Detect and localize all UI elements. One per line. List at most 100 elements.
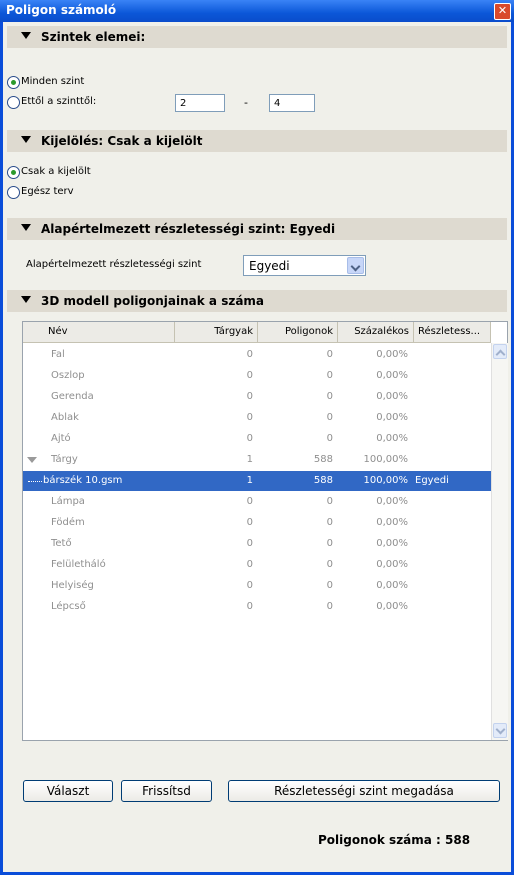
table-row[interactable]: Gerenda 0 0 0,00% bbox=[23, 387, 491, 407]
cell-objects: 0 bbox=[246, 559, 253, 570]
cell-percent: 0,00% bbox=[376, 433, 408, 444]
cell-percent: 0,00% bbox=[376, 349, 408, 360]
table-row[interactable]: Tárgy 1 588 100,00% bbox=[23, 450, 491, 470]
polygon-counter-window: Poligon számoló ✕ Szintek elemei: Minden… bbox=[0, 0, 514, 875]
cell-name: Oszlop bbox=[51, 370, 85, 381]
section-detail-header[interactable]: Alapértelmezett részletességi szint: Egy… bbox=[7, 218, 507, 240]
range-dash: - bbox=[244, 96, 248, 109]
cell-objects: 0 bbox=[246, 391, 253, 402]
to-level-input[interactable]: 4 bbox=[269, 94, 315, 112]
cell-name: Fal bbox=[51, 349, 65, 360]
cell-name: Lámpa bbox=[51, 496, 85, 507]
cell-polygons: 0 bbox=[326, 517, 333, 528]
cell-percent: 0,00% bbox=[376, 580, 408, 591]
section-polygons-title: 3D modell poligonjainak a száma bbox=[41, 294, 265, 308]
close-icon[interactable]: ✕ bbox=[494, 3, 511, 20]
cell-polygons: 0 bbox=[326, 433, 333, 444]
window-title: Poligon számoló bbox=[6, 3, 117, 17]
cell-polygons: 0 bbox=[326, 559, 333, 570]
cell-objects: 0 bbox=[246, 538, 253, 549]
section-levels-header[interactable]: Szintek elemei: bbox=[7, 26, 507, 48]
cell-name: Gerenda bbox=[51, 391, 94, 402]
cell-polygons: 588 bbox=[313, 475, 333, 486]
polygon-total: Poligonok száma : 588 bbox=[318, 833, 471, 847]
dialog-body: Szintek elemei: Minden szint Ettől a szi… bbox=[3, 22, 511, 872]
cell-objects: 1 bbox=[246, 454, 253, 465]
cell-name: Felületháló bbox=[51, 559, 106, 570]
table-row[interactable]: Tető 0 0 0,00% bbox=[23, 534, 491, 554]
section-levels-title: Szintek elemei: bbox=[41, 30, 146, 44]
detail-level-select[interactable]: Egyedi bbox=[243, 255, 366, 276]
collapse-triangle-icon[interactable] bbox=[21, 32, 31, 39]
table-row[interactable]: Felületháló 0 0 0,00% bbox=[23, 555, 491, 575]
tree-connector-icon bbox=[28, 481, 42, 482]
detail-level-label: Alapértelmezett részletességi szint bbox=[26, 259, 202, 270]
radio-all-levels-label: Minden szint bbox=[21, 76, 85, 87]
cell-percent: 0,00% bbox=[376, 412, 408, 423]
cell-percent: 0,00% bbox=[376, 391, 408, 402]
scroll-down-icon[interactable] bbox=[493, 723, 507, 738]
refresh-button[interactable]: Frissítsd bbox=[121, 780, 212, 802]
title-bar[interactable]: Poligon számoló ✕ bbox=[0, 0, 514, 22]
collapse-triangle-icon[interactable] bbox=[21, 224, 31, 231]
table-row[interactable]: Födém 0 0 0,00% bbox=[23, 513, 491, 533]
radio-button-selected[interactable] bbox=[7, 76, 20, 89]
radio-whole-plan-label: Egész terv bbox=[21, 186, 74, 197]
cell-objects: 1 bbox=[246, 475, 253, 486]
cell-polygons: 0 bbox=[326, 580, 333, 591]
cell-name: bárszék 10.gsm bbox=[43, 475, 123, 486]
set-detail-level-button[interactable]: Részletességi szint megadása bbox=[228, 780, 500, 802]
cell-name: Helyiség bbox=[51, 580, 94, 591]
cell-percent: 0,00% bbox=[376, 601, 408, 612]
table-row[interactable]: bárszék 10.gsm 1 588 100,00% Egyedi bbox=[23, 471, 491, 491]
radio-button-selected[interactable] bbox=[7, 166, 20, 179]
cell-percent: 100,00% bbox=[363, 454, 409, 465]
cell-name: Ablak bbox=[51, 412, 79, 423]
cell-polygons: 0 bbox=[326, 412, 333, 423]
vertical-scrollbar[interactable] bbox=[491, 343, 508, 740]
cell-name: Tető bbox=[51, 538, 72, 549]
table-row[interactable]: Ablak 0 0 0,00% bbox=[23, 408, 491, 428]
table-row[interactable]: Oszlop 0 0 0,00% bbox=[23, 366, 491, 386]
cell-percent: 0,00% bbox=[376, 538, 408, 549]
cell-objects: 0 bbox=[246, 601, 253, 612]
table-header: Név Tárgyak Poligonok Százalékos Részlet… bbox=[23, 322, 491, 343]
cell-objects: 0 bbox=[246, 580, 253, 591]
table-row[interactable]: Ajtó 0 0 0,00% bbox=[23, 429, 491, 449]
scroll-up-icon[interactable] bbox=[493, 344, 507, 359]
cell-polygons: 0 bbox=[326, 349, 333, 360]
cell-polygons: 0 bbox=[326, 391, 333, 402]
cell-polygons: 588 bbox=[313, 454, 333, 465]
cell-objects: 0 bbox=[246, 433, 253, 444]
radio-only-selected-label: Csak a kijelölt bbox=[21, 166, 91, 177]
cell-objects: 0 bbox=[246, 412, 253, 423]
collapse-triangle-icon[interactable] bbox=[21, 136, 31, 143]
choose-button[interactable]: Választ bbox=[23, 780, 113, 802]
cell-name: Tárgy bbox=[51, 454, 78, 465]
collapse-triangle-icon[interactable] bbox=[21, 296, 31, 303]
col-name-header[interactable]: Név bbox=[23, 322, 175, 342]
radio-button[interactable] bbox=[7, 186, 20, 199]
col-detail-header[interactable]: Részletess... bbox=[414, 322, 491, 342]
table-row[interactable]: Lámpa 0 0 0,00% bbox=[23, 492, 491, 512]
table-row[interactable]: Fal 0 0 0,00% bbox=[23, 345, 491, 365]
cell-name: Ajtó bbox=[51, 433, 71, 444]
section-selection-header[interactable]: Kijelölés: Csak a kijelölt bbox=[7, 130, 507, 152]
cell-polygons: 0 bbox=[326, 370, 333, 381]
radio-button[interactable] bbox=[7, 96, 20, 109]
table-row[interactable]: Lépcső 0 0 0,00% bbox=[23, 597, 491, 617]
cell-objects: 0 bbox=[246, 370, 253, 381]
cell-polygons: 0 bbox=[326, 496, 333, 507]
from-level-input[interactable]: 2 bbox=[175, 94, 225, 112]
tree-expand-icon[interactable] bbox=[27, 457, 37, 463]
cell-objects: 0 bbox=[246, 517, 253, 528]
chevron-down-icon[interactable] bbox=[347, 257, 364, 274]
col-polygons-header[interactable]: Poligonok bbox=[258, 322, 338, 342]
cell-name: Födém bbox=[51, 517, 85, 528]
section-polygons-header[interactable]: 3D modell poligonjainak a száma bbox=[7, 290, 507, 312]
table-row[interactable]: Helyiség 0 0 0,00% bbox=[23, 576, 491, 596]
cell-percent: 0,00% bbox=[376, 496, 408, 507]
col-objects-header[interactable]: Tárgyak bbox=[175, 322, 258, 342]
col-percent-header[interactable]: Százalékos bbox=[338, 322, 414, 342]
cell-polygons: 0 bbox=[326, 538, 333, 549]
